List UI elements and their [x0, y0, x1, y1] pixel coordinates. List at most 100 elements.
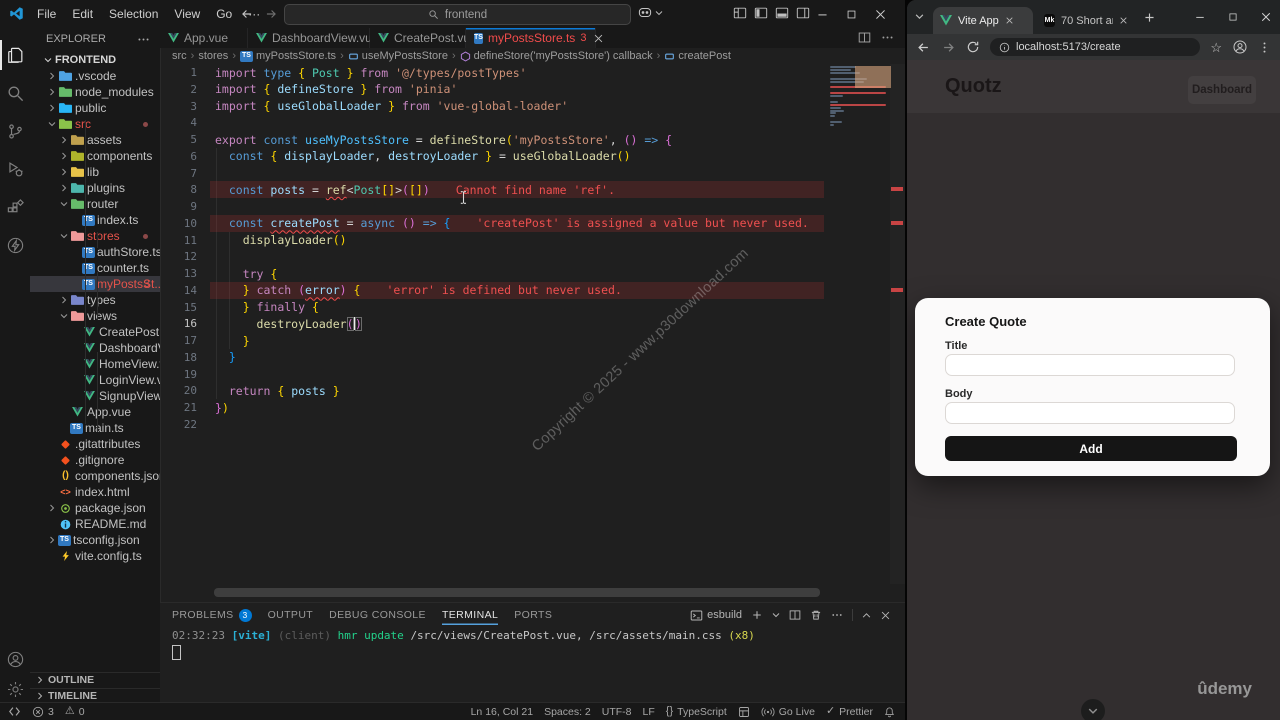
tree-item-maints[interactable]: TSmain.ts	[30, 420, 160, 436]
status-bell[interactable]	[884, 706, 895, 718]
tree-item-SignupViewvue[interactable]: SignupView.vue	[30, 388, 160, 404]
site-info-icon[interactable]	[999, 42, 1010, 53]
tree-item-Appvue[interactable]: App.vue	[30, 404, 160, 420]
toggle-panel-icon[interactable]	[775, 6, 789, 20]
code-line-18[interactable]: 18 }	[160, 349, 905, 366]
browser-menu-icon[interactable]	[1258, 41, 1271, 54]
tree-item-authStorets[interactable]: TSauthStore.ts	[30, 244, 160, 260]
activity-source-control[interactable]	[0, 116, 30, 146]
code-line-16[interactable]: 16 destroyLoader()	[160, 315, 905, 332]
tree-item-vscode[interactable]: .vscode	[30, 68, 160, 84]
status-remote[interactable]	[8, 706, 21, 717]
menu-file[interactable]: File	[30, 5, 63, 23]
editor-tab-Appvue[interactable]: App.vue	[160, 28, 248, 48]
dashboard-button[interactable]: Dashboard	[1188, 76, 1256, 104]
code-line-12[interactable]: 12	[160, 248, 905, 265]
tree-item-nodemodules[interactable]: node_modules	[30, 84, 160, 100]
split-editor-icon[interactable]	[858, 31, 871, 44]
tree-item-packagejson[interactable]: package.json	[30, 500, 160, 516]
back-icon[interactable]	[916, 40, 931, 55]
horizontal-scrollbar[interactable]	[214, 588, 820, 597]
tree-item-plugins[interactable]: plugins	[30, 180, 160, 196]
tree-item-DashboardView[interactable]: DashboardView...	[30, 340, 160, 356]
new-terminal-icon[interactable]	[751, 609, 763, 621]
code-line-14[interactable]: 14 } catch (error) {'error' is defined b…	[160, 282, 905, 299]
status-lf[interactable]: LF	[643, 706, 655, 718]
tree-item-stores[interactable]: stores	[30, 228, 160, 244]
bookmark-star-icon[interactable]: ☆	[1210, 41, 1222, 54]
editor-tab-CreatePostvue[interactable]: CreatePost.vue	[370, 28, 466, 48]
tree-item-LoginViewvue[interactable]: LoginView.vue	[30, 372, 160, 388]
more-actions-icon[interactable]	[881, 31, 894, 44]
status-spaces-2[interactable]: Spaces: 2	[544, 706, 591, 718]
tree-item-componentsjson[interactable]: ()components.json	[30, 468, 160, 484]
toggle-secondary-sidebar-icon[interactable]	[796, 6, 810, 20]
close-tab-icon[interactable]	[1119, 16, 1128, 25]
maximize-icon[interactable]	[846, 9, 857, 20]
forward-icon[interactable]	[264, 7, 278, 21]
close-tab-icon[interactable]	[593, 33, 604, 44]
breadcrumb-item[interactable]: defineStore('myPostsStore') callback	[460, 50, 653, 62]
reload-icon[interactable]	[966, 40, 980, 54]
menu-go[interactable]: Go	[209, 5, 239, 23]
workspace-root[interactable]: FRONTEND	[30, 52, 160, 68]
command-center-search[interactable]: frontend	[284, 4, 631, 25]
activity-extensions[interactable]	[0, 192, 30, 222]
tree-item-lib[interactable]: lib	[30, 164, 160, 180]
status-3[interactable]: 3	[32, 706, 54, 718]
panel-tab-output[interactable]: OUTPUT	[268, 605, 314, 625]
tree-item-tsconfigjson[interactable]: TStsconfig.json	[30, 532, 160, 548]
code-editor[interactable]: 1import type { Post } from '@/types/post…	[160, 64, 905, 602]
breadcrumb-item[interactable]: TSmyPostsStore.ts	[240, 50, 336, 62]
code-line-21[interactable]: 21})	[160, 399, 905, 416]
tree-item-types[interactable]: types	[30, 292, 160, 308]
tree-item-READMEmd[interactable]: README.md	[30, 516, 160, 532]
customize-layout-icon[interactable]	[733, 6, 747, 20]
editor-tab-DashboardViewvue[interactable]: DashboardView.vue	[248, 28, 370, 48]
tree-item-views[interactable]: views	[30, 308, 160, 324]
terminal-instance[interactable]: esbuild	[690, 609, 742, 622]
close-tab-icon[interactable]	[1005, 16, 1014, 25]
status-browser-grid[interactable]	[738, 706, 750, 718]
panel-tab-terminal[interactable]: TERMINAL	[442, 605, 498, 625]
tree-item-myPostsSt[interactable]: TSmyPostsSt...3	[30, 276, 160, 292]
tree-item-CreatePostvue[interactable]: CreatePost.vue	[30, 324, 160, 340]
back-icon[interactable]	[240, 7, 254, 21]
code-line-15[interactable]: 15 } finally {	[160, 299, 905, 316]
status-0[interactable]: ⚠0	[65, 706, 85, 718]
activity-run-debug[interactable]	[0, 154, 30, 184]
status-ln-16-col-21[interactable]: Ln 16, Col 21	[471, 706, 533, 718]
status-go-live[interactable]: Go Live	[761, 706, 815, 718]
minimize-icon[interactable]	[816, 8, 829, 21]
breadcrumb-item[interactable]: src	[172, 50, 187, 62]
add-button[interactable]: Add	[945, 436, 1237, 461]
code-line-10[interactable]: 10 const createPost = async () => {'crea…	[160, 215, 905, 232]
panel-tab-debug-console[interactable]: DEBUG CONSOLE	[329, 605, 426, 625]
body-field[interactable]	[945, 402, 1235, 424]
address-bar[interactable]: localhost:5173/create	[990, 38, 1200, 56]
copilot-button[interactable]	[637, 6, 663, 19]
chevron-down-icon[interactable]	[772, 611, 780, 619]
timeline-section[interactable]: TIMELINE	[30, 688, 160, 703]
tab-search-icon[interactable]	[915, 12, 924, 21]
tree-item-components[interactable]: components	[30, 148, 160, 164]
tree-item-viteconfigts[interactable]: vite.config.ts	[30, 548, 160, 564]
code-line-20[interactable]: 20 return { posts }	[160, 382, 905, 399]
title-field[interactable]	[945, 354, 1235, 376]
new-tab-icon[interactable]	[1143, 11, 1156, 24]
status-utf-8[interactable]: UTF-8	[602, 706, 632, 718]
code-line-4[interactable]: 4	[160, 114, 905, 131]
tree-item-indexts[interactable]: TSindex.ts	[30, 212, 160, 228]
code-line-2[interactable]: 2import { defineStore } from 'pinia'	[160, 81, 905, 98]
profile-icon[interactable]	[1232, 39, 1248, 55]
minimize-icon[interactable]	[1194, 11, 1206, 23]
code-line-19[interactable]: 19	[160, 366, 905, 383]
breadcrumb-item[interactable]: useMyPostsStore	[348, 50, 448, 62]
menu-selection[interactable]: Selection	[102, 5, 165, 23]
code-line-1[interactable]: 1import type { Post } from '@/types/post…	[160, 64, 905, 81]
outline-section[interactable]: OUTLINE	[30, 672, 160, 687]
toggle-sidebar-icon[interactable]	[754, 6, 768, 20]
maximize-icon[interactable]	[1228, 12, 1238, 22]
editor-tab-myPostsStorets[interactable]: TSmyPostsStore.ts3	[466, 28, 596, 48]
tree-item-router[interactable]: router	[30, 196, 160, 212]
